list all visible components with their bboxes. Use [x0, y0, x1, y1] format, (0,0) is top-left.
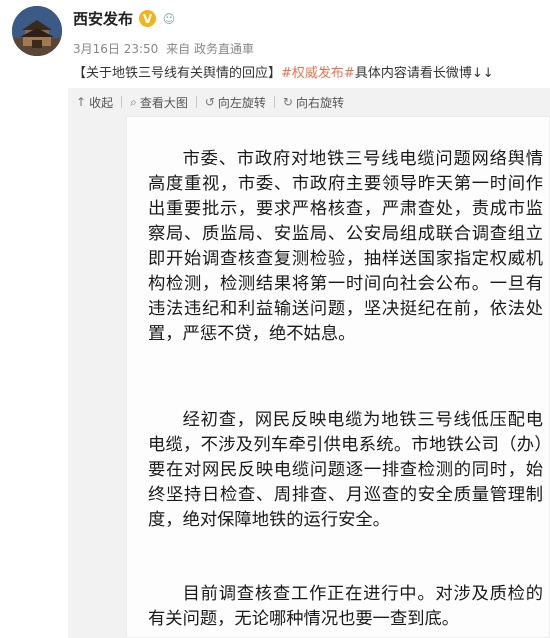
- member-icon: ☺: [162, 11, 176, 26]
- rotate-left-button[interactable]: ↺ 向左旋转: [197, 94, 274, 111]
- post-text: 【关于地铁三号线有关舆情的回应】#权威发布#具体内容请看长微博↓↓: [73, 62, 494, 81]
- collapse-label: 收起: [89, 95, 114, 110]
- post-image[interactable]: 市委、市政府对地铁三号线电缆问题网络舆情高度重视，市委、市政府主要领导昨天第一时…: [126, 116, 550, 638]
- collapse-button[interactable]: ↑ 收起: [68, 94, 121, 111]
- post-source[interactable]: 来自 政务直通車: [166, 42, 254, 56]
- view-large-button[interactable]: ⌕ 查看大图: [122, 94, 196, 111]
- rotate-left-icon: ↺: [204, 95, 215, 109]
- image-toolbar: ↑ 收起 ⌕ 查看大图 ↺ 向左旋转 ↻ 向右旋转: [68, 88, 550, 116]
- topic-link[interactable]: #权威发布#: [281, 66, 355, 81]
- view-large-label: 查看大图: [139, 95, 188, 110]
- rotate-right-icon: ↻: [282, 95, 293, 109]
- post-text-suffix: 具体内容请看长微博↓↓: [354, 66, 494, 81]
- image-panel: ↑ 收起 ⌕ 查看大图 ↺ 向左旋转 ↻ 向右旋转 市委、市政府对地铁三号线电缆…: [68, 88, 550, 638]
- image-paragraph-1: 市委、市政府对地铁三号线电缆问题网络舆情高度重视，市委、市政府主要领导昨天第一时…: [148, 149, 543, 344]
- rotate-left-label: 向左旋转: [217, 95, 266, 110]
- account-name[interactable]: 西安发布: [73, 8, 133, 29]
- rotate-right-label: 向右旋转: [295, 95, 344, 110]
- v-verified-icon: V: [139, 10, 157, 27]
- search-icon: ⌕: [130, 94, 137, 109]
- collapse-icon: ↑: [76, 95, 87, 109]
- image-paragraph-3: 目前调查核查工作正在进行中。对涉及质检的有关问题，无论哪种情况也要一查到底。: [148, 584, 543, 629]
- post-meta: 3月16日 23:50 来自 政务直通車: [73, 40, 258, 57]
- rotate-right-button[interactable]: ↻ 向右旋转: [275, 94, 352, 111]
- account-avatar[interactable]: [12, 6, 62, 56]
- image-paragraph-2: 经初查，网民反映电缆为地铁三号线低压配电电缆，不涉及列车牵引供电系统。市地铁公司…: [148, 410, 543, 530]
- post-text-prefix: 【关于地铁三号线有关舆情的回应】: [73, 66, 282, 81]
- post-time[interactable]: 3月16日 23:50: [73, 42, 158, 56]
- post-header: 西安发布 V ☺ 3月16日 23:50 来自 政务直通車 【关于地铁三号线有关…: [0, 0, 550, 90]
